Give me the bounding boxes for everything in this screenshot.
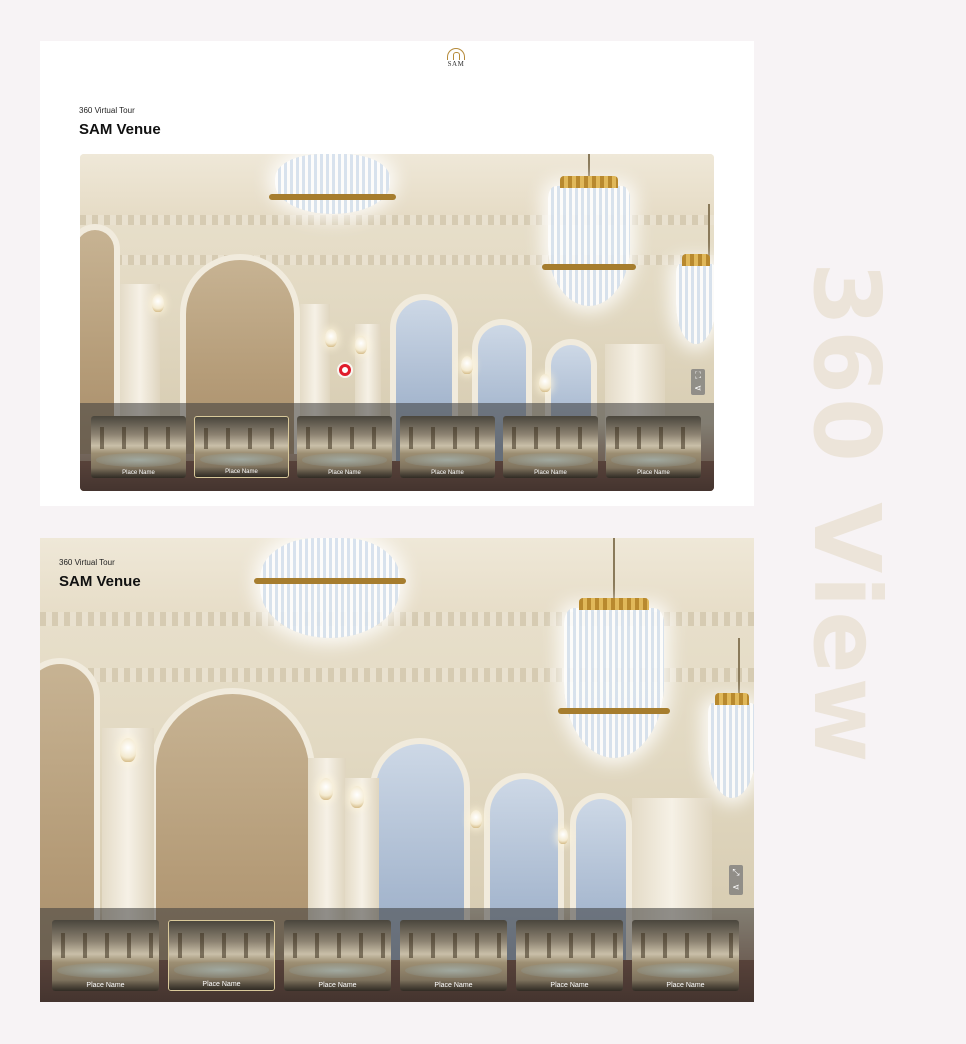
thumbnail-6[interactable]: Place Name	[632, 920, 739, 991]
thumbnail-label: Place Name	[195, 467, 288, 477]
thumbnail-3[interactable]: Place Name	[297, 416, 392, 478]
navigation-hotspot[interactable]	[339, 364, 351, 376]
thumbnail-label: Place Name	[297, 468, 392, 478]
tour-eyebrow: 360 Virtual Tour	[59, 558, 115, 567]
thumbnail-label: Place Name	[52, 980, 159, 991]
tour-title: SAM Venue	[79, 121, 161, 138]
panorama-viewer[interactable]: ⛶ ⋖ Place Name Place Name Place Name Pla…	[80, 154, 714, 491]
thumbnail-2[interactable]: Place Name	[194, 416, 289, 478]
thumbnail-label: Place Name	[606, 468, 701, 478]
tour-eyebrow: 360 Virtual Tour	[79, 106, 135, 115]
thumbnail-strip: Place Name Place Name Place Name Place N…	[40, 908, 754, 1002]
share-icon[interactable]: ⋖	[732, 882, 740, 893]
thumbnail-label: Place Name	[400, 468, 495, 478]
thumbnail-label: Place Name	[91, 468, 186, 478]
fullscreen-icon[interactable]: ⛶	[695, 370, 701, 381]
thumbnail-1[interactable]: Place Name	[91, 416, 186, 478]
thumbnail-5[interactable]: Place Name	[516, 920, 623, 991]
tour-card-embedded: SAM 360 Virtual Tour SAM Venue ⛶ ⋖ Place…	[40, 41, 754, 506]
brand-logo[interactable]: SAM	[442, 48, 470, 72]
thumbnail-2[interactable]: Place Name	[168, 920, 275, 991]
thumbnail-6[interactable]: Place Name	[606, 416, 701, 478]
side-heading: 360 View	[793, 262, 900, 767]
thumbnail-3[interactable]: Place Name	[284, 920, 391, 991]
thumbnail-label: Place Name	[400, 980, 507, 991]
thumbnail-4[interactable]: Place Name	[400, 416, 495, 478]
thumbnail-label: Place Name	[516, 980, 623, 991]
logo-text: SAM	[447, 60, 465, 68]
viewer-controls: ⛶ ⋖	[691, 369, 705, 395]
share-icon[interactable]: ⋖	[694, 383, 702, 394]
thumbnail-label: Place Name	[284, 980, 391, 991]
logo-arch-icon	[447, 48, 465, 60]
exit-fullscreen-icon[interactable]: ⤡	[732, 867, 739, 878]
thumbnail-5[interactable]: Place Name	[503, 416, 598, 478]
thumbnail-label: Place Name	[169, 979, 274, 990]
tour-title: SAM Venue	[59, 573, 141, 590]
thumbnail-1[interactable]: Place Name	[52, 920, 159, 991]
thumbnail-label: Place Name	[632, 980, 739, 991]
thumbnail-4[interactable]: Place Name	[400, 920, 507, 991]
thumbnail-label: Place Name	[503, 468, 598, 478]
viewer-controls: ⤡ ⋖	[729, 865, 743, 895]
thumbnail-strip: Place Name Place Name Place Name Place N…	[80, 403, 714, 491]
panorama-viewer-fullscreen[interactable]: 360 Virtual Tour SAM Venue ⤡ ⋖ Place Nam…	[40, 538, 754, 1002]
